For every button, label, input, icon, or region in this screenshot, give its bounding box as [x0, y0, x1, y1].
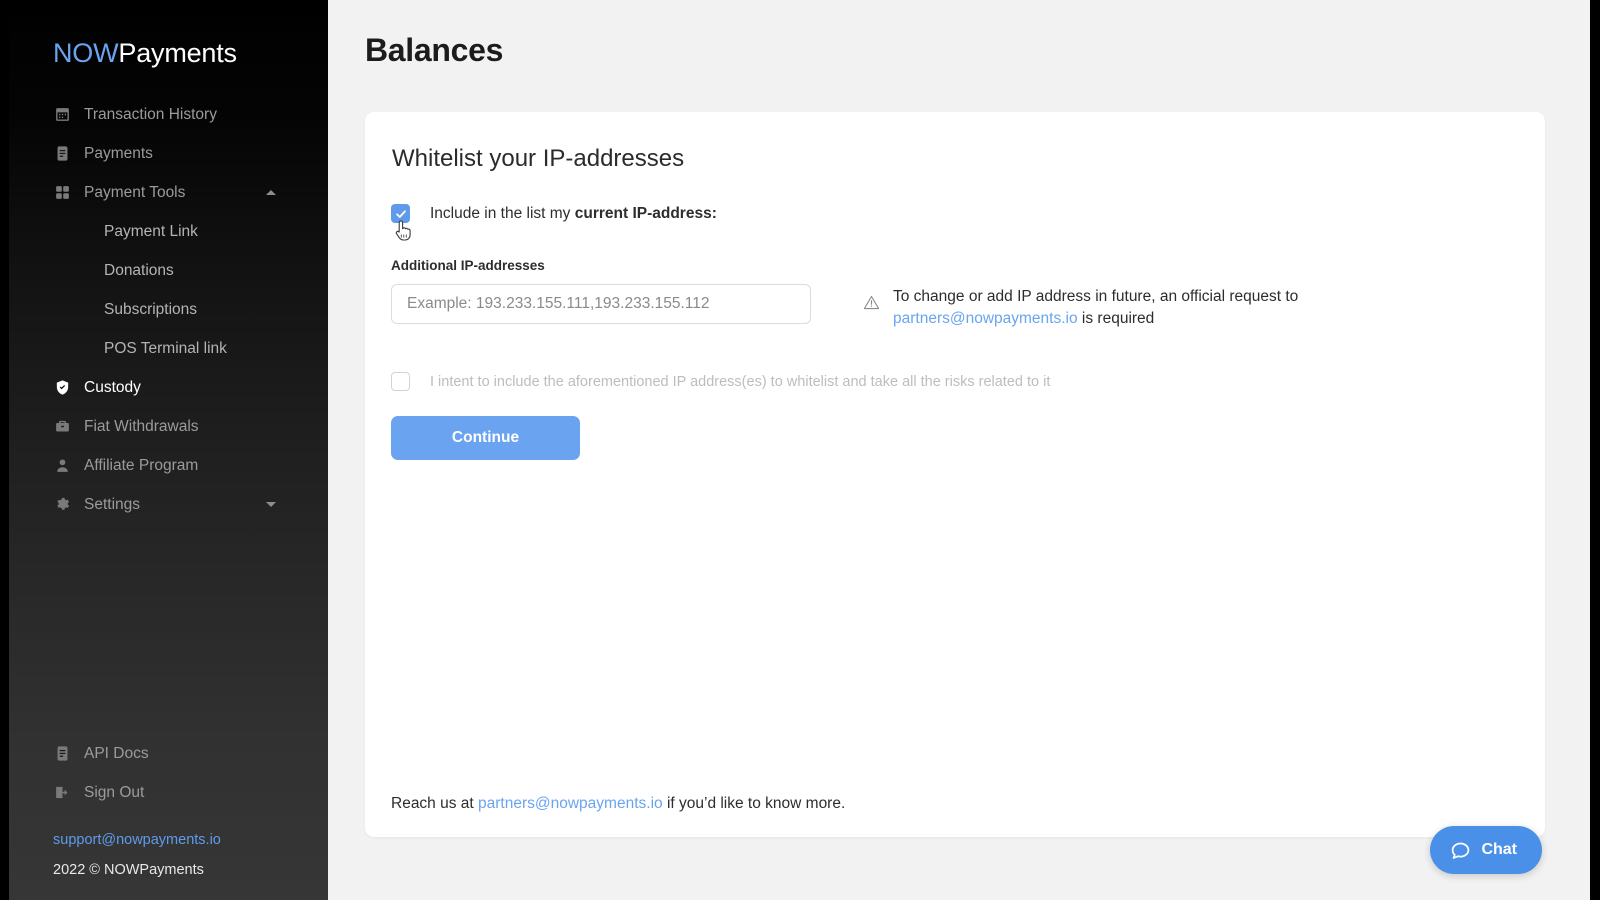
whitelist-card: Whitelist your IP-addresses Include in t…	[365, 112, 1545, 837]
sidebar-item-label: Fiat Withdrawals	[84, 417, 199, 435]
sidebar-subitem-donations[interactable]: Donations	[9, 251, 328, 290]
sidebar-item-label: API Docs	[84, 744, 149, 762]
sidebar-subitem-label: Subscriptions	[104, 300, 198, 318]
warning-triangle-icon	[863, 294, 881, 311]
note-text-after: is required	[1077, 310, 1155, 327]
sidebar-item-api-docs[interactable]: API Docs	[9, 734, 328, 773]
footer-text-before: Reach us at	[391, 795, 479, 812]
card-title: Whitelist your IP-addresses	[392, 145, 685, 172]
card-footer-text: Reach us at partners@nowpayments.io if y…	[391, 795, 845, 813]
additional-ip-input[interactable]	[391, 284, 811, 324]
sidebar-item-label: Payments	[84, 144, 153, 162]
ip-change-note: To change or add IP address in future, a…	[863, 286, 1313, 330]
sidebar-item-label: Sign Out	[84, 783, 145, 801]
brand-logo-prefix: NOW	[53, 38, 119, 68]
app-root: NOWPayments Transaction History Payment …	[0, 0, 1600, 900]
chat-bubble-icon	[1450, 840, 1471, 861]
copyright-text: 2022 © NOWPayments	[53, 862, 204, 878]
current-ip-checkbox-label: Include in the list my current IP-addres…	[430, 205, 717, 223]
additional-ip-row: To change or add IP address in future, a…	[391, 284, 1545, 330]
sidebar-subitem-pos-terminal-link[interactable]: POS Terminal link	[9, 329, 328, 368]
document-icon	[53, 145, 71, 163]
sidebar-item-fiat-withdrawals[interactable]: Fiat Withdrawals	[9, 407, 328, 446]
continue-button[interactable]: Continue	[391, 416, 580, 460]
current-ip-label-bold: current IP-address:	[574, 204, 717, 222]
current-ip-checkbox[interactable]	[391, 204, 410, 223]
consent-checkbox[interactable]	[391, 372, 410, 391]
sidebar: NOWPayments Transaction History Payment …	[9, 0, 328, 900]
partners-email-link[interactable]: partners@nowpayments.io	[893, 310, 1078, 327]
support-email-link[interactable]: support@nowpayments.io	[53, 832, 328, 848]
consent-checkbox-label: I intent to include the aforementioned I…	[430, 373, 1051, 390]
footer-partners-email-link[interactable]: partners@nowpayments.io	[478, 795, 663, 812]
chat-widget-label: Chat	[1481, 841, 1517, 858]
gear-icon	[53, 496, 71, 514]
grid-icon	[53, 184, 71, 202]
page-title: Balances	[365, 32, 504, 68]
sidebar-item-sign-out[interactable]: Sign Out	[9, 773, 328, 812]
current-ip-label-prefix: Include in the list my	[430, 204, 575, 222]
footer-text-after: if you’d like to know more.	[662, 795, 846, 812]
sidebar-item-custody[interactable]: Custody	[9, 368, 328, 407]
right-edge-strip	[1590, 0, 1600, 900]
sidebar-item-affiliate-program[interactable]: Affiliate Program	[9, 446, 328, 485]
left-edge-strip	[0, 0, 9, 900]
sidebar-subitem-label: POS Terminal link	[104, 339, 227, 357]
sidebar-footer: support@nowpayments.io 2022 © NOWPayment…	[9, 820, 328, 900]
sidebar-item-label: Payment Tools	[84, 183, 186, 201]
sidebar-item-label: Affiliate Program	[84, 456, 199, 474]
sidebar-item-payment-tools[interactable]: Payment Tools	[9, 173, 328, 212]
additional-ip-label: Additional IP-addresses	[391, 258, 545, 273]
sidebar-item-label: Settings	[84, 495, 141, 513]
main-content: Balances Whitelist your IP-addresses Inc…	[328, 0, 1590, 900]
sidebar-item-settings[interactable]: Settings	[9, 485, 328, 524]
sidebar-item-label: Transaction History	[84, 105, 217, 123]
ip-change-note-text: To change or add IP address in future, a…	[893, 286, 1313, 330]
shield-check-icon	[53, 379, 71, 397]
brand-logo[interactable]: NOWPayments	[53, 38, 328, 69]
sidebar-bottom-nav: API Docs Sign Out	[9, 734, 328, 812]
sidebar-subitem-payment-link[interactable]: Payment Link	[9, 212, 328, 251]
chevron-down-icon[interactable]	[266, 502, 276, 507]
briefcase-icon	[53, 418, 71, 436]
calendar-icon	[53, 106, 71, 124]
user-icon	[53, 457, 71, 475]
sidebar-item-transaction-history[interactable]: Transaction History	[9, 95, 328, 134]
sidebar-subitem-label: Donations	[104, 261, 174, 279]
sign-out-icon	[53, 784, 71, 802]
brand-logo-suffix: Payments	[118, 38, 237, 68]
sidebar-item-label: Custody	[84, 378, 141, 396]
chat-widget-button[interactable]: Chat	[1430, 826, 1542, 874]
sidebar-item-payments[interactable]: Payment Tools Payments	[9, 134, 328, 173]
sidebar-subitem-label: Payment Link	[104, 222, 198, 240]
note-text-before: To change or add IP address in future, a…	[893, 288, 1299, 305]
sidebar-nav: Transaction History Payment Tools Paymen…	[9, 95, 328, 524]
book-icon	[53, 745, 71, 763]
chevron-up-icon[interactable]	[266, 190, 276, 195]
consent-checkbox-row[interactable]: I intent to include the aforementioned I…	[391, 372, 1545, 391]
current-ip-checkbox-row[interactable]: Include in the list my current IP-addres…	[391, 204, 1545, 223]
sidebar-subitem-subscriptions[interactable]: Subscriptions	[9, 290, 328, 329]
